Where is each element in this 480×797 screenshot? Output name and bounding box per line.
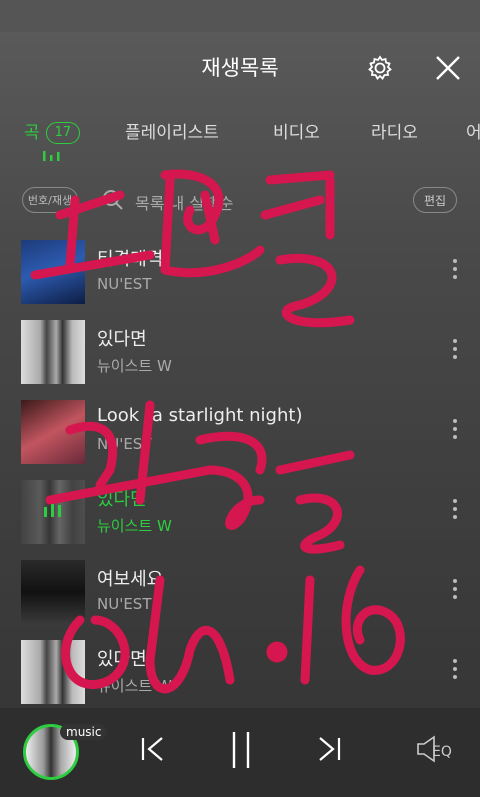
song-title: Look (a starlight night)	[97, 405, 303, 426]
equalizer-icon	[43, 151, 60, 161]
gear-icon[interactable]	[366, 54, 394, 82]
mini-player: music EQ	[0, 708, 480, 797]
previous-icon[interactable]	[138, 734, 168, 764]
album-art	[21, 240, 85, 304]
song-row[interactable]: 있다면 뉴이스트 W	[0, 637, 480, 717]
song-row[interactable]: 티격태격 NU'EST	[0, 237, 480, 317]
song-title: 티격태격	[97, 249, 164, 270]
song-list: 티격태격 NU'EST 있다면 뉴이스트 W Look (a starlight…	[0, 237, 480, 717]
tab-songs[interactable]: 곡 17	[24, 118, 81, 144]
album-art	[21, 320, 85, 384]
page-title: 재생목록	[201, 56, 279, 80]
next-icon[interactable]	[314, 734, 344, 764]
list-toolbar: 번호/재생 목록 내 실행순 편집	[0, 183, 480, 219]
song-artist: NU'EST	[97, 595, 152, 613]
more-icon[interactable]	[450, 659, 460, 685]
more-icon[interactable]	[450, 259, 460, 285]
song-count-badge: 17	[45, 122, 81, 144]
now-playing-icon	[44, 501, 61, 517]
song-artist: 뉴이스트 W	[97, 517, 172, 535]
song-artist: 뉴이스트 W	[97, 357, 172, 375]
tab-more[interactable]: 어	[466, 118, 480, 143]
search-input[interactable]: 목록 내 실행순	[135, 190, 234, 214]
song-row[interactable]: 있다면 뉴이스트 W	[0, 477, 480, 557]
search-icon[interactable]	[102, 189, 124, 211]
more-icon[interactable]	[450, 339, 460, 365]
more-icon[interactable]	[450, 499, 460, 525]
song-artist: 뉴이스트 W	[97, 677, 172, 695]
song-row[interactable]: 여보세요 NU'EST	[0, 557, 480, 637]
music-badge: music	[60, 724, 108, 740]
song-artist: NU'EST	[97, 435, 152, 453]
more-icon[interactable]	[450, 419, 460, 445]
song-title: 있다면	[97, 329, 147, 350]
close-icon[interactable]	[434, 54, 462, 82]
sort-button[interactable]: 번호/재생	[22, 187, 78, 213]
song-row[interactable]: Look (a starlight night) NU'EST	[0, 397, 480, 477]
song-title: 여보세요	[97, 569, 164, 590]
album-art	[21, 640, 85, 704]
tab-label: 플레이리스트	[125, 123, 219, 143]
album-art	[21, 560, 85, 624]
tab-radio[interactable]: 라디오	[371, 118, 418, 143]
song-artist: NU'EST	[97, 275, 152, 293]
song-title: 있다면	[97, 489, 147, 510]
more-icon[interactable]	[450, 579, 460, 605]
song-row[interactable]: 있다면 뉴이스트 W	[0, 317, 480, 397]
song-title: 있다면	[97, 649, 147, 670]
tab-bar: 곡 17 플레이리스트 비디오 라디오 어	[0, 112, 480, 162]
header: 재생목록	[0, 32, 480, 102]
status-bar	[0, 0, 480, 32]
tab-label: 곡	[24, 123, 40, 143]
eq-label[interactable]: EQ	[432, 744, 452, 760]
edit-button[interactable]: 편집	[413, 187, 457, 213]
tab-label: 비디오	[273, 123, 320, 143]
tab-label: 어	[466, 123, 480, 143]
tab-playlists[interactable]: 플레이리스트	[125, 118, 219, 143]
pause-icon[interactable]	[228, 730, 254, 770]
tab-videos[interactable]: 비디오	[273, 118, 320, 143]
album-art	[21, 400, 85, 464]
tab-label: 라디오	[371, 123, 418, 143]
